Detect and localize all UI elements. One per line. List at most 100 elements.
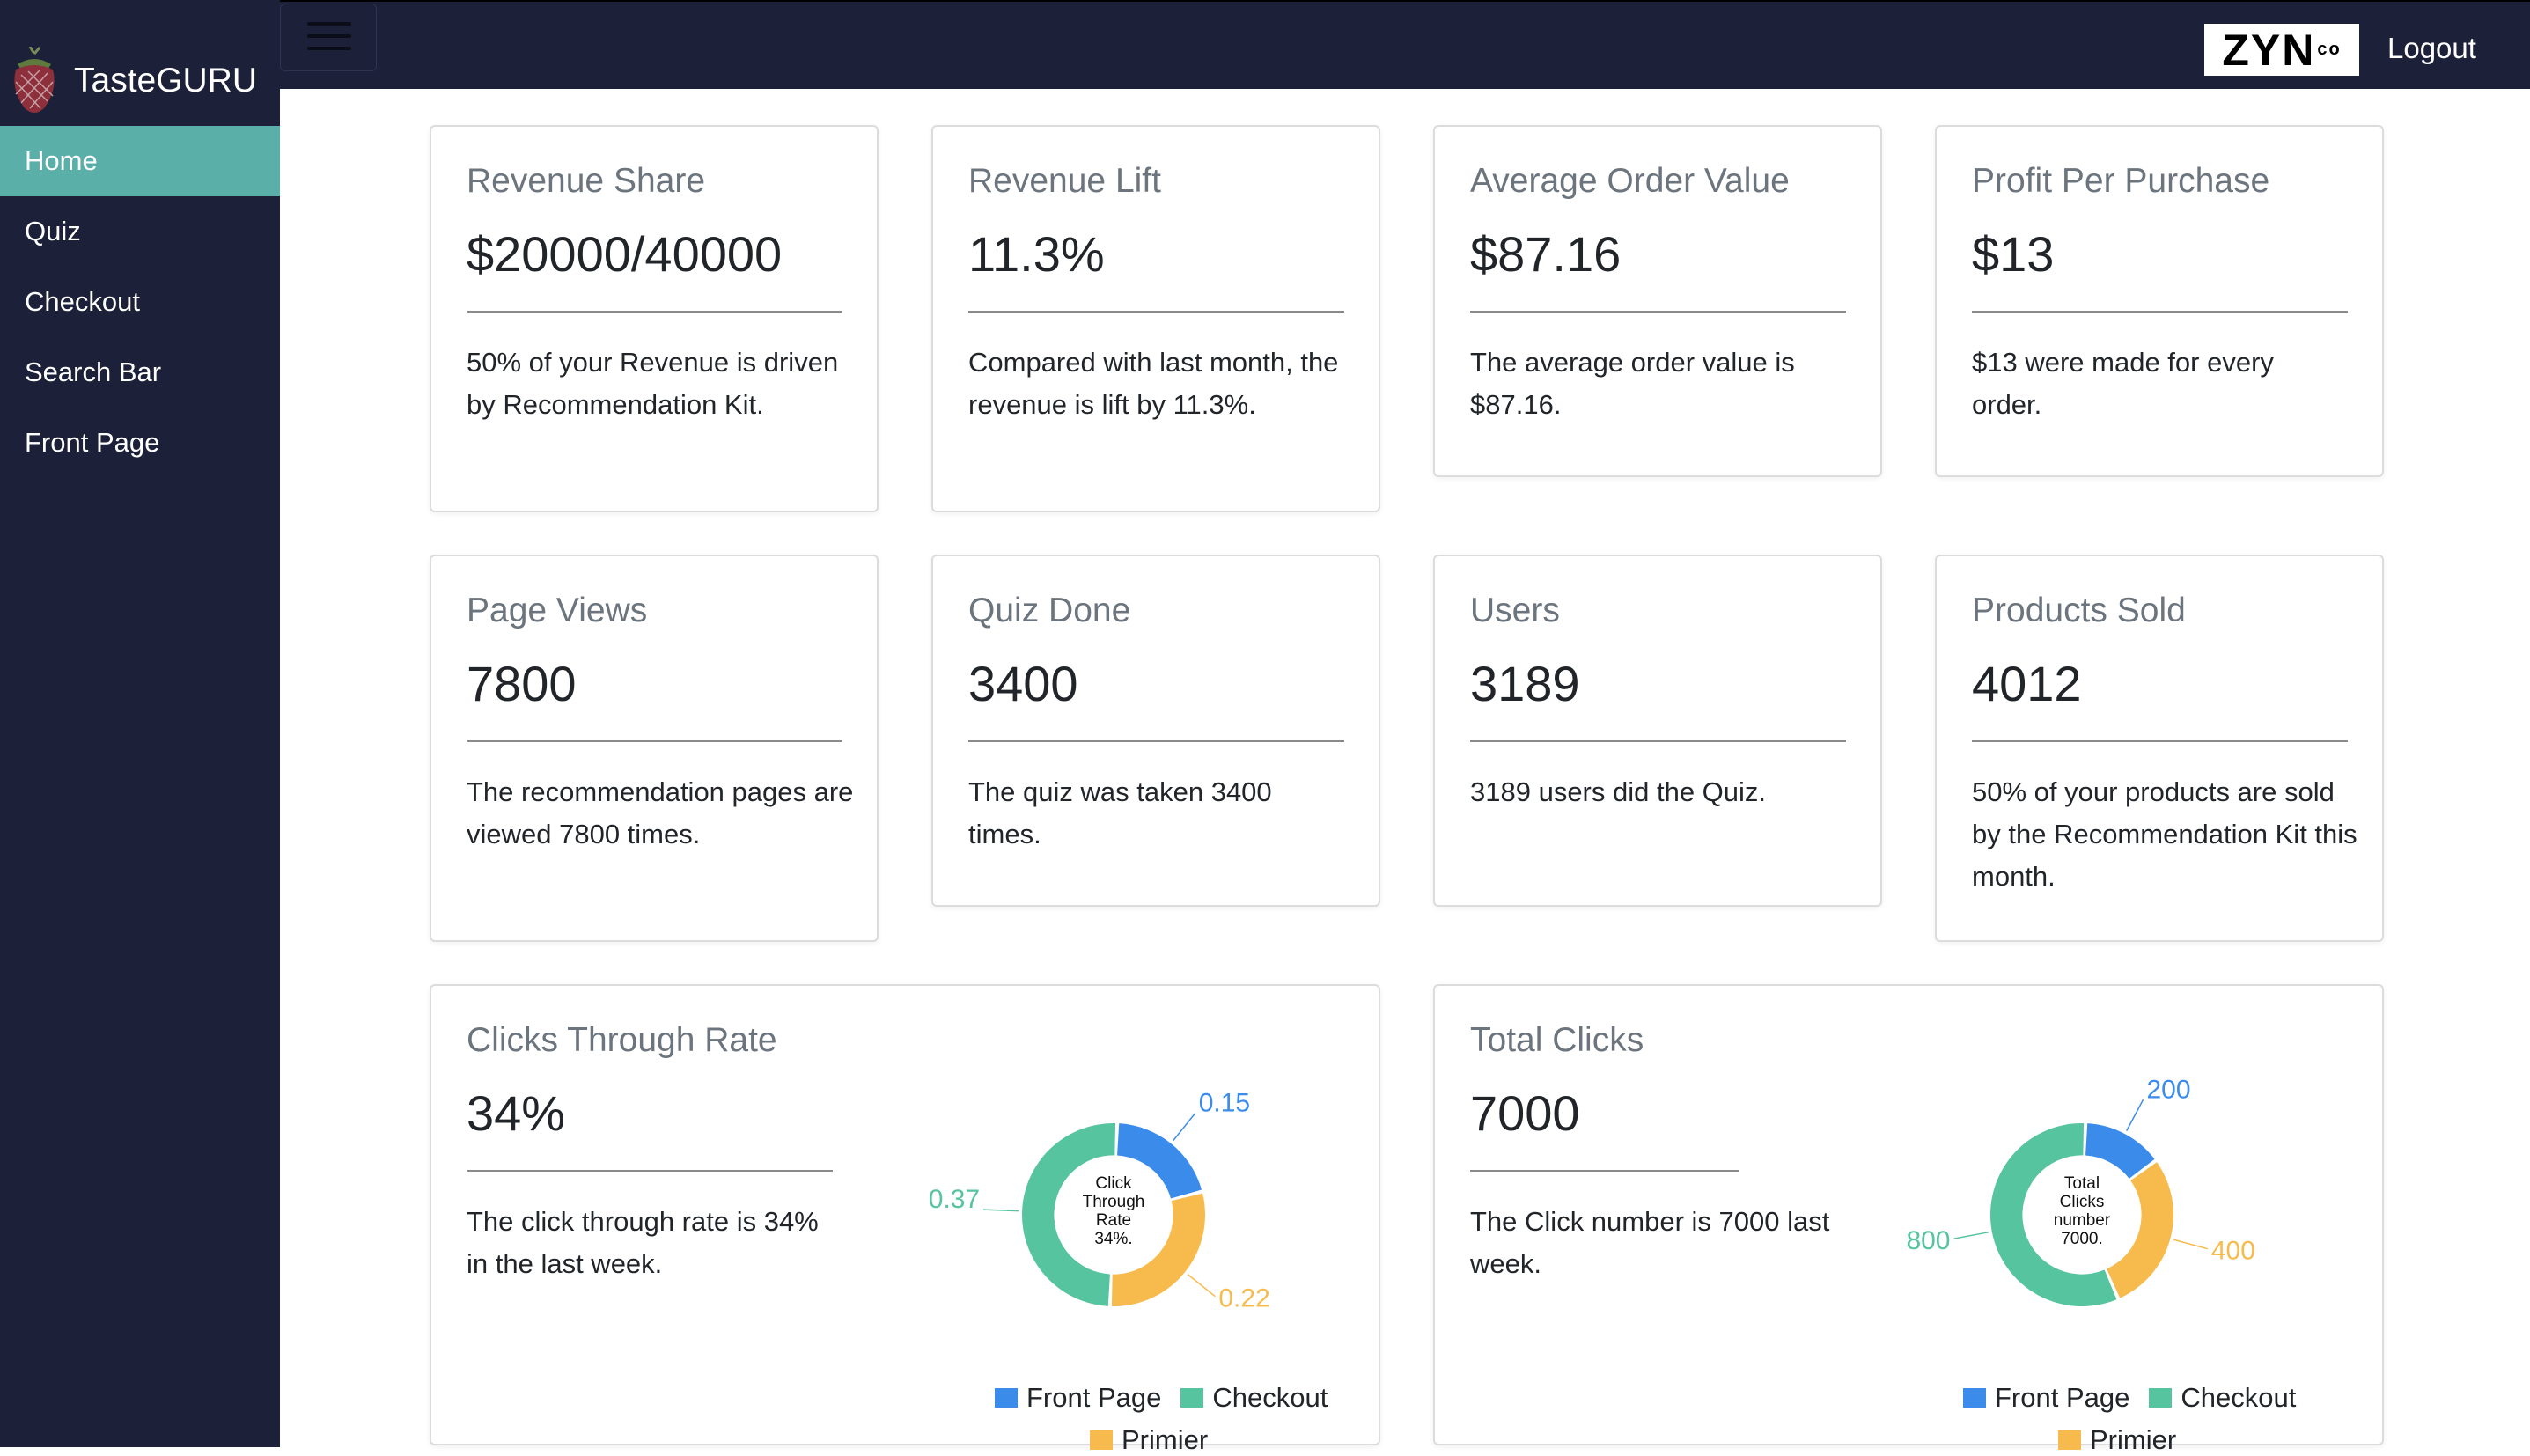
- chart-legend-row: Primier: [1090, 1424, 1227, 1456]
- doughnut-svg: 0.15 0.37 0.22 ClickThroughRate34%.: [929, 1089, 1270, 1313]
- legend-item-front-page[interactable]: Front Page: [1963, 1382, 2129, 1414]
- card-description: $13 were made for every order.: [1972, 347, 2274, 420]
- value-label: 0.22: [1218, 1284, 1269, 1313]
- value-label-leader: [1953, 1232, 1989, 1239]
- card-divider: [467, 311, 842, 313]
- sidebar-item-checkout[interactable]: Checkout: [0, 267, 280, 337]
- legend-item-checkout[interactable]: Checkout: [1180, 1382, 1328, 1414]
- card-divider: [1470, 740, 1846, 742]
- doughnut-svg: 200 800 400 TotalClicksnumber7000.: [1906, 1075, 2255, 1306]
- value-label: 0.15: [1199, 1089, 1250, 1118]
- sidebar-item-label: Checkout: [25, 286, 140, 317]
- strawberry-logo-icon: [14, 47, 55, 113]
- card-title: Quiz Done: [968, 592, 1131, 629]
- card-divider: [968, 311, 1344, 313]
- card-description: The click through rate is 34% in the las…: [467, 1206, 819, 1279]
- value-label-leader: [1173, 1113, 1196, 1142]
- card-description: 3189 users did the Quiz.: [1470, 776, 1767, 807]
- card-value: 3400: [968, 656, 1078, 711]
- card-description: 50% of your Revenue is driven by Recomme…: [467, 347, 839, 420]
- logout-link[interactable]: Logout: [2387, 32, 2476, 65]
- hamburger-line: [307, 22, 351, 26]
- partner-logo: ZYN co: [2204, 24, 2359, 76]
- doughnut-center-text: Total: [2064, 1174, 2100, 1193]
- card-value: $87.16: [1470, 226, 1622, 282]
- legend-label: Front Page: [1995, 1382, 2130, 1413]
- card-description: The Click number is 7000 last week.: [1470, 1206, 1830, 1279]
- legend-item-front-page[interactable]: Front Page: [995, 1382, 1161, 1414]
- card-title: Users: [1470, 592, 1560, 629]
- doughnut-center-text: Clicks: [2060, 1193, 2105, 1211]
- doughnut-chart: 200 800 400 Total Clicks number 7000. Front Pag…: [1875, 1075, 2368, 1455]
- value-label: 0.37: [929, 1185, 980, 1214]
- sidebar-item-quiz[interactable]: Quiz: [0, 196, 280, 267]
- doughnut-center-text: Rate: [1096, 1211, 1131, 1230]
- legend-item-primier[interactable]: Primier: [2058, 1424, 2176, 1456]
- card-title: Page Views: [467, 592, 648, 629]
- hamburger-line: [307, 34, 351, 38]
- doughnut-center-text: 34%.: [1094, 1230, 1132, 1248]
- partner-logo-sup: co: [2317, 40, 2342, 59]
- legend-label: Checkout: [2181, 1382, 2297, 1413]
- sidebar-item-label: Home: [25, 145, 98, 176]
- value-label: 200: [2146, 1075, 2190, 1104]
- stat-card-page-views: Page Views 7800 The recommendation pages…: [430, 555, 879, 942]
- sidebar-item-search-bar[interactable]: Search Bar: [0, 337, 280, 408]
- card-value: $20000/40000: [467, 226, 783, 282]
- card-value: $13: [1972, 226, 2055, 282]
- card-divider: [467, 1170, 833, 1172]
- value-label: 400: [2211, 1237, 2255, 1266]
- legend-label: Primier: [1122, 1424, 1209, 1455]
- card-divider: [1972, 740, 2348, 742]
- sidebar-item-front-page[interactable]: Front Page: [0, 408, 280, 478]
- doughnut-slice-front-page[interactable]: [2085, 1123, 2155, 1179]
- value-label-leader: [1187, 1274, 1216, 1298]
- doughnut-slice-primier[interactable]: [2107, 1162, 2173, 1298]
- card-divider: [1972, 311, 2348, 313]
- stat-card-revenue-lift: Revenue Lift 11.3% Compared with last mo…: [931, 125, 1380, 512]
- doughnut-center-text: number: [2054, 1211, 2111, 1230]
- value-label-leader: [2173, 1239, 2209, 1250]
- card-value: 7000: [1470, 1085, 1580, 1141]
- top-navbar: [280, 0, 2530, 89]
- card-title: Products Sold: [1972, 592, 2186, 629]
- legend-label: Checkout: [1212, 1382, 1328, 1413]
- chart-legend-row: Front Page Checkout: [1963, 1382, 2315, 1414]
- legend-swatch: [1180, 1388, 1204, 1408]
- legend-item-checkout[interactable]: Checkout: [2149, 1382, 2296, 1414]
- card-title: Total Clicks: [1470, 1021, 1644, 1059]
- card-title: Revenue Lift: [968, 162, 1161, 200]
- brand[interactable]: TasteGURU: [11, 44, 257, 118]
- menu-toggle-button[interactable]: [280, 4, 377, 71]
- legend-swatch: [1963, 1388, 1986, 1408]
- legend-swatch: [995, 1388, 1018, 1408]
- value-label: 800: [1906, 1226, 1950, 1255]
- card-value: 34%: [467, 1085, 566, 1141]
- legend-label: Front Page: [1026, 1382, 1162, 1413]
- card-description: 50% of your products are sold by the Rec…: [1972, 776, 2357, 892]
- hamburger-line: [307, 47, 351, 50]
- chart-card-click-through-rate: Clicks Through Rate 34% The click throug…: [430, 984, 1380, 1455]
- card-divider: [1470, 311, 1846, 313]
- sidebar-item-home[interactable]: Home: [0, 126, 280, 196]
- stat-card-profit-per-purchase: Profit Per Purchase $13 $13 were made fo…: [1935, 125, 2384, 477]
- legend-item-primier[interactable]: Primier: [1090, 1424, 1208, 1456]
- card-description: The average order value is $87.16.: [1470, 347, 1795, 420]
- card-divider: [1470, 1170, 1739, 1172]
- legend-swatch: [2149, 1388, 2173, 1408]
- stat-card-products-sold: Products Sold 4012 50% of your products …: [1935, 555, 2384, 942]
- sidebar-item-label: Front Page: [25, 427, 160, 458]
- card-title: Average Order Value: [1470, 162, 1790, 200]
- stat-card-quiz-done: Quiz Done 3400 The quiz was taken 3400 t…: [931, 555, 1380, 907]
- card-divider: [467, 740, 842, 742]
- card-value: 4012: [1972, 656, 2082, 711]
- stat-card-users: Users 3189 3189 users did the Quiz.: [1433, 555, 1882, 907]
- doughnut-center-text: 7000.: [2061, 1230, 2103, 1248]
- legend-label: Primier: [2090, 1424, 2177, 1455]
- partner-logo-text: ZYN: [2222, 25, 2316, 75]
- card-value: 3189: [1470, 656, 1580, 711]
- card-title: Profit Per Purchase: [1972, 162, 2270, 200]
- app-name: TasteGURU: [74, 62, 258, 99]
- chart-legend-row: Front Page Checkout: [995, 1382, 1347, 1414]
- card-value: 7800: [467, 656, 577, 711]
